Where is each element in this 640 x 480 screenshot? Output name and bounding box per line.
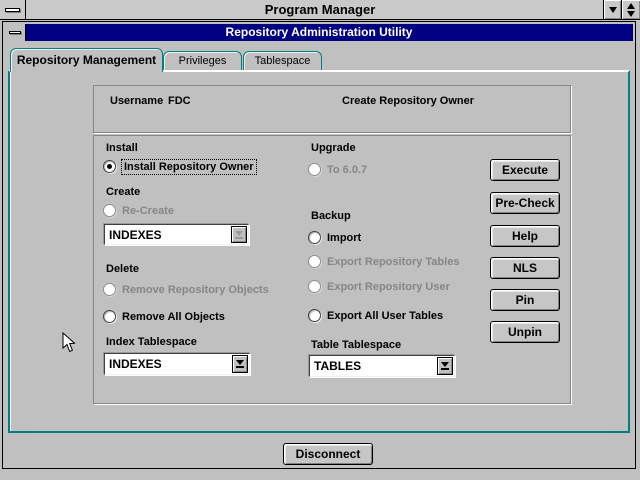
restore-button[interactable] — [621, 0, 640, 19]
app-title: Repository Administration Utility — [5, 24, 633, 41]
app-system-menu-icon — [9, 31, 21, 34]
tab-repository-management[interactable]: Repository Management — [10, 48, 163, 72]
tab-page-panel — [8, 70, 630, 433]
system-menu-button[interactable] — [0, 0, 26, 19]
mouse-pointer-icon — [62, 332, 76, 354]
disconnect-button[interactable]: Disconnect — [283, 443, 373, 465]
program-manager-titlebar: Program Manager — [0, 0, 640, 20]
minimize-icon — [609, 7, 617, 13]
restore-down-icon — [627, 11, 635, 17]
restore-up-icon — [627, 3, 635, 9]
tab-privileges[interactable]: Privileges — [163, 51, 242, 71]
system-menu-icon — [5, 8, 20, 12]
repository-admin-window: Repository Administration Utility Reposi… — [2, 21, 636, 469]
minimize-button[interactable] — [603, 0, 621, 19]
screen: Program Manager Repository Administratio… — [0, 0, 640, 480]
program-manager-title: Program Manager — [0, 0, 640, 19]
tab-tablespace[interactable]: Tablespace — [243, 51, 322, 71]
app-titlebar: Repository Administration Utility — [5, 24, 633, 41]
app-system-menu-button[interactable] — [5, 24, 26, 41]
